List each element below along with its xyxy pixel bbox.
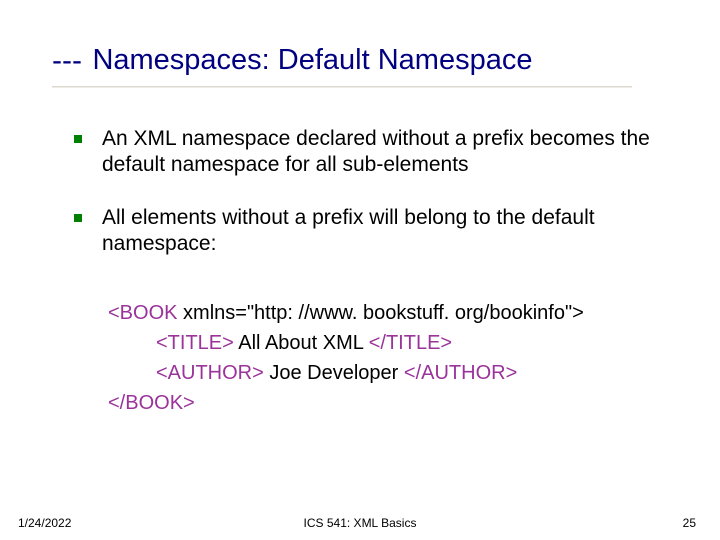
xml-tag: </AUTHOR> (404, 362, 517, 384)
body: An XML namespace declared without a pref… (74, 126, 674, 283)
xml-tag: <BOOK (108, 302, 177, 324)
title-underline (52, 86, 632, 87)
xml-tag: </TITLE> (369, 332, 452, 354)
bullet-text: All elements without a prefix will belon… (102, 205, 674, 258)
code-block: <BOOK xmlns="http: //www. bookstuff. org… (108, 298, 678, 418)
xml-attrs: xmlns="http: //www. bookstuff. org/booki… (177, 302, 583, 324)
slide-title: --- Namespaces: Default Namespace (52, 44, 682, 77)
code-line: </BOOK> (108, 388, 678, 418)
xml-tag: </BOOK> (108, 392, 195, 414)
xml-tag: <AUTHOR> (156, 362, 264, 384)
title-prefix: --- (52, 46, 82, 76)
bullet-item: An XML namespace declared without a pref… (74, 126, 674, 179)
bullet-square-icon (74, 135, 82, 143)
code-line: <BOOK xmlns="http: //www. bookstuff. org… (108, 298, 678, 328)
footer-page-number: 25 (683, 516, 696, 530)
xml-text: All About XML (234, 332, 369, 354)
xml-tag: <TITLE> (156, 332, 234, 354)
bullet-square-icon (74, 214, 82, 222)
xml-text: Joe Developer (264, 362, 404, 384)
slide: --- Namespaces: Default Namespace An XML… (0, 0, 720, 540)
code-line: <AUTHOR> Joe Developer </AUTHOR> (108, 358, 678, 388)
bullet-text: An XML namespace declared without a pref… (102, 126, 674, 179)
footer-center: ICS 541: XML Basics (0, 516, 720, 530)
title-text: Namespaces: Default Namespace (92, 44, 532, 76)
bullet-item: All elements without a prefix will belon… (74, 205, 674, 258)
code-line: <TITLE> All About XML </TITLE> (108, 328, 678, 358)
